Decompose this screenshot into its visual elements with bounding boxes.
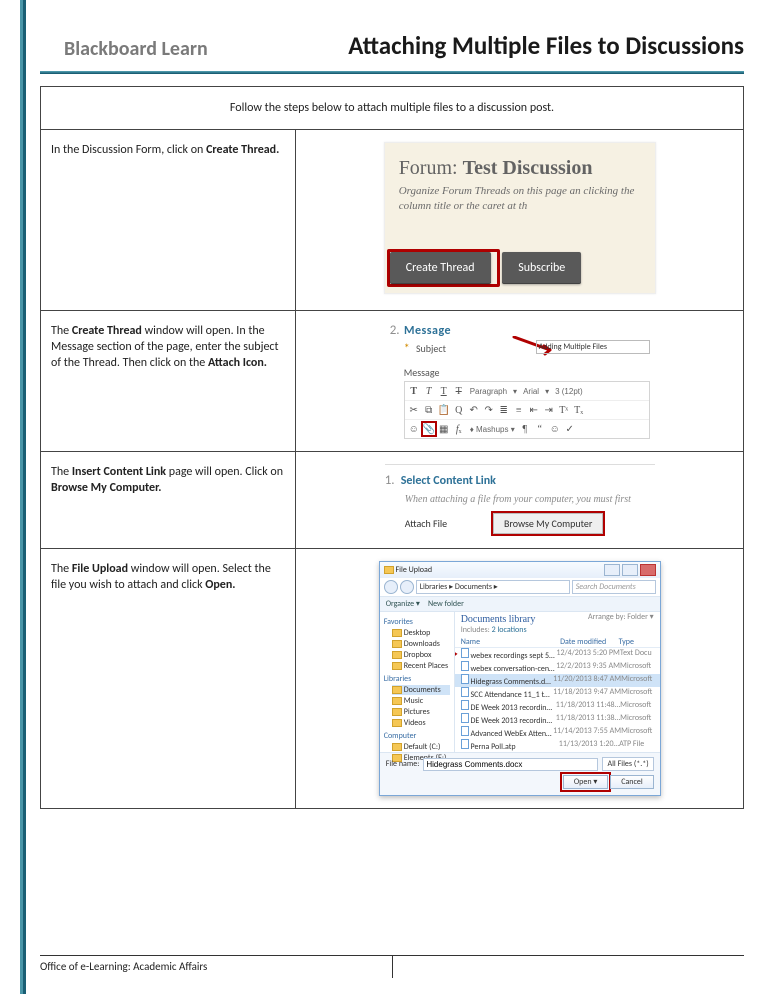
subscribe-button[interactable]: Subscribe bbox=[502, 252, 581, 284]
step-3-text: The Insert Content Link page will open. … bbox=[51, 464, 285, 496]
minimize-icon[interactable] bbox=[604, 564, 620, 576]
emoji-icon[interactable]: ☺ bbox=[407, 422, 421, 436]
brand: Blackboard Learn bbox=[64, 37, 208, 61]
page-title: Attaching Multiple Files to Discussions bbox=[238, 30, 744, 61]
breadcrumb[interactable]: Libraries ▸ Documents ▸ bbox=[416, 580, 570, 594]
outdent-icon[interactable]: ⇥ bbox=[542, 403, 556, 417]
subject-input[interactable]: Adding Multiple Files bbox=[536, 340, 650, 354]
fx-icon[interactable]: fₓ bbox=[452, 422, 466, 436]
anchor-icon[interactable]: ☺ bbox=[548, 422, 562, 436]
sub-icon[interactable]: Tₓ bbox=[572, 403, 586, 417]
step-1-text: In the Discussion Form, click on Create … bbox=[51, 142, 285, 158]
file-row[interactable]: webex recordings sept 5 thru december 4…… bbox=[455, 648, 660, 661]
highlight-browse: Browse My Computer bbox=[491, 511, 605, 536]
side-stripe bbox=[20, 0, 26, 994]
file-row[interactable]: webex conversation-center dec 2.xlsx12/2… bbox=[455, 661, 660, 674]
organize-menu[interactable]: Organize ▾ bbox=[386, 599, 420, 609]
find-icon[interactable]: Q bbox=[452, 403, 466, 417]
strike-icon[interactable]: T bbox=[452, 384, 466, 398]
cancel-button[interactable]: Cancel bbox=[610, 775, 654, 789]
header: Blackboard Learn Attaching Multiple File… bbox=[40, 0, 768, 67]
close-icon[interactable] bbox=[640, 564, 656, 576]
cut-icon[interactable]: ✂ bbox=[407, 403, 421, 417]
steps-table: Follow the steps below to attach multipl… bbox=[40, 86, 744, 809]
bold-icon[interactable]: T bbox=[407, 384, 421, 398]
media-icon[interactable]: ▦ bbox=[437, 422, 451, 436]
sidebar-documents[interactable]: Documents bbox=[392, 685, 450, 695]
filename-input[interactable] bbox=[423, 758, 598, 771]
browse-my-computer-button[interactable]: Browse My Computer bbox=[493, 513, 603, 534]
file-row[interactable]: DE Week 2013 recordings.docx11/18/2013 1… bbox=[455, 713, 660, 726]
footer: Office of e-Learning: Academic Affairs bbox=[40, 955, 744, 978]
screenshot-forum: Forum: Test Discussion Organize Forum Th… bbox=[384, 142, 656, 294]
dialog-sidebar: Favorites Desktop Downloads Dropbox Rece… bbox=[380, 612, 455, 752]
step-2-text: The Create Thread window will open. In t… bbox=[51, 323, 285, 372]
step-4-text: The File Upload window will open. Select… bbox=[51, 561, 285, 593]
back-icon[interactable] bbox=[384, 580, 398, 594]
screenshot-file-dialog: File Upload Libraries ▸ Documents ▸ Sear… bbox=[379, 561, 661, 796]
copy-icon[interactable]: ⧉ bbox=[422, 403, 436, 417]
required-icon: * bbox=[404, 342, 410, 356]
sup-icon[interactable]: Tˣ bbox=[557, 403, 571, 417]
screenshot-editor: 2. Message * Subject Adding Multiple Fil… bbox=[390, 323, 650, 439]
undo-icon[interactable]: ↶ bbox=[467, 403, 481, 417]
list2-icon[interactable]: ≡ bbox=[512, 403, 526, 417]
file-row[interactable]: SCC Attendance 11_1 to 11_15.xlsx11/18/2… bbox=[455, 687, 660, 700]
create-thread-button[interactable]: Create Thread bbox=[390, 252, 491, 284]
intro-text: Follow the steps below to attach multipl… bbox=[230, 101, 554, 115]
new-folder-button[interactable]: New folder bbox=[428, 599, 464, 609]
search-input[interactable]: Search Documents bbox=[572, 580, 656, 594]
forward-icon[interactable] bbox=[400, 580, 414, 594]
indent-icon[interactable]: ⇤ bbox=[527, 403, 541, 417]
spell-icon[interactable]: ✓ bbox=[563, 422, 577, 436]
header-rule bbox=[40, 71, 744, 74]
file-row[interactable]: Perna Poll.atp11/13/2013 1:20…ATP File bbox=[455, 739, 660, 752]
file-row[interactable]: Hidegrass Comments.docx11/20/2013 8:47 A… bbox=[455, 674, 660, 687]
open-button[interactable]: Open ▾ bbox=[563, 775, 609, 789]
para-icon[interactable]: ¶ bbox=[518, 422, 532, 436]
attach-icon[interactable]: 📎 bbox=[422, 422, 436, 436]
quote-icon[interactable]: “ bbox=[533, 422, 547, 436]
folder-icon bbox=[384, 566, 394, 574]
underline-icon[interactable]: T bbox=[437, 384, 451, 398]
screenshot-content-link: 1.Select Content Link When attaching a f… bbox=[385, 464, 655, 536]
redo-icon[interactable]: ↷ bbox=[482, 403, 496, 417]
file-row[interactable]: DE Week 2013 recordings (2).docx11/18/20… bbox=[455, 700, 660, 713]
maximize-icon[interactable] bbox=[622, 564, 638, 576]
editor-toolbar: T T T T Paragraph▾ Arial▾ 3 (12pt) ✂ ⧉ 📋 bbox=[404, 381, 650, 439]
paste-icon[interactable]: 📋 bbox=[437, 403, 451, 417]
filter-select[interactable]: All Files (*.*) bbox=[602, 757, 653, 771]
list-icon[interactable]: ≣ bbox=[497, 403, 511, 417]
file-row[interactable]: Advanced WebEx Attendance 11_2013.xlsx11… bbox=[455, 726, 660, 739]
italic-icon[interactable]: T bbox=[422, 384, 436, 398]
highlight-create-thread: Create Thread bbox=[387, 249, 500, 287]
